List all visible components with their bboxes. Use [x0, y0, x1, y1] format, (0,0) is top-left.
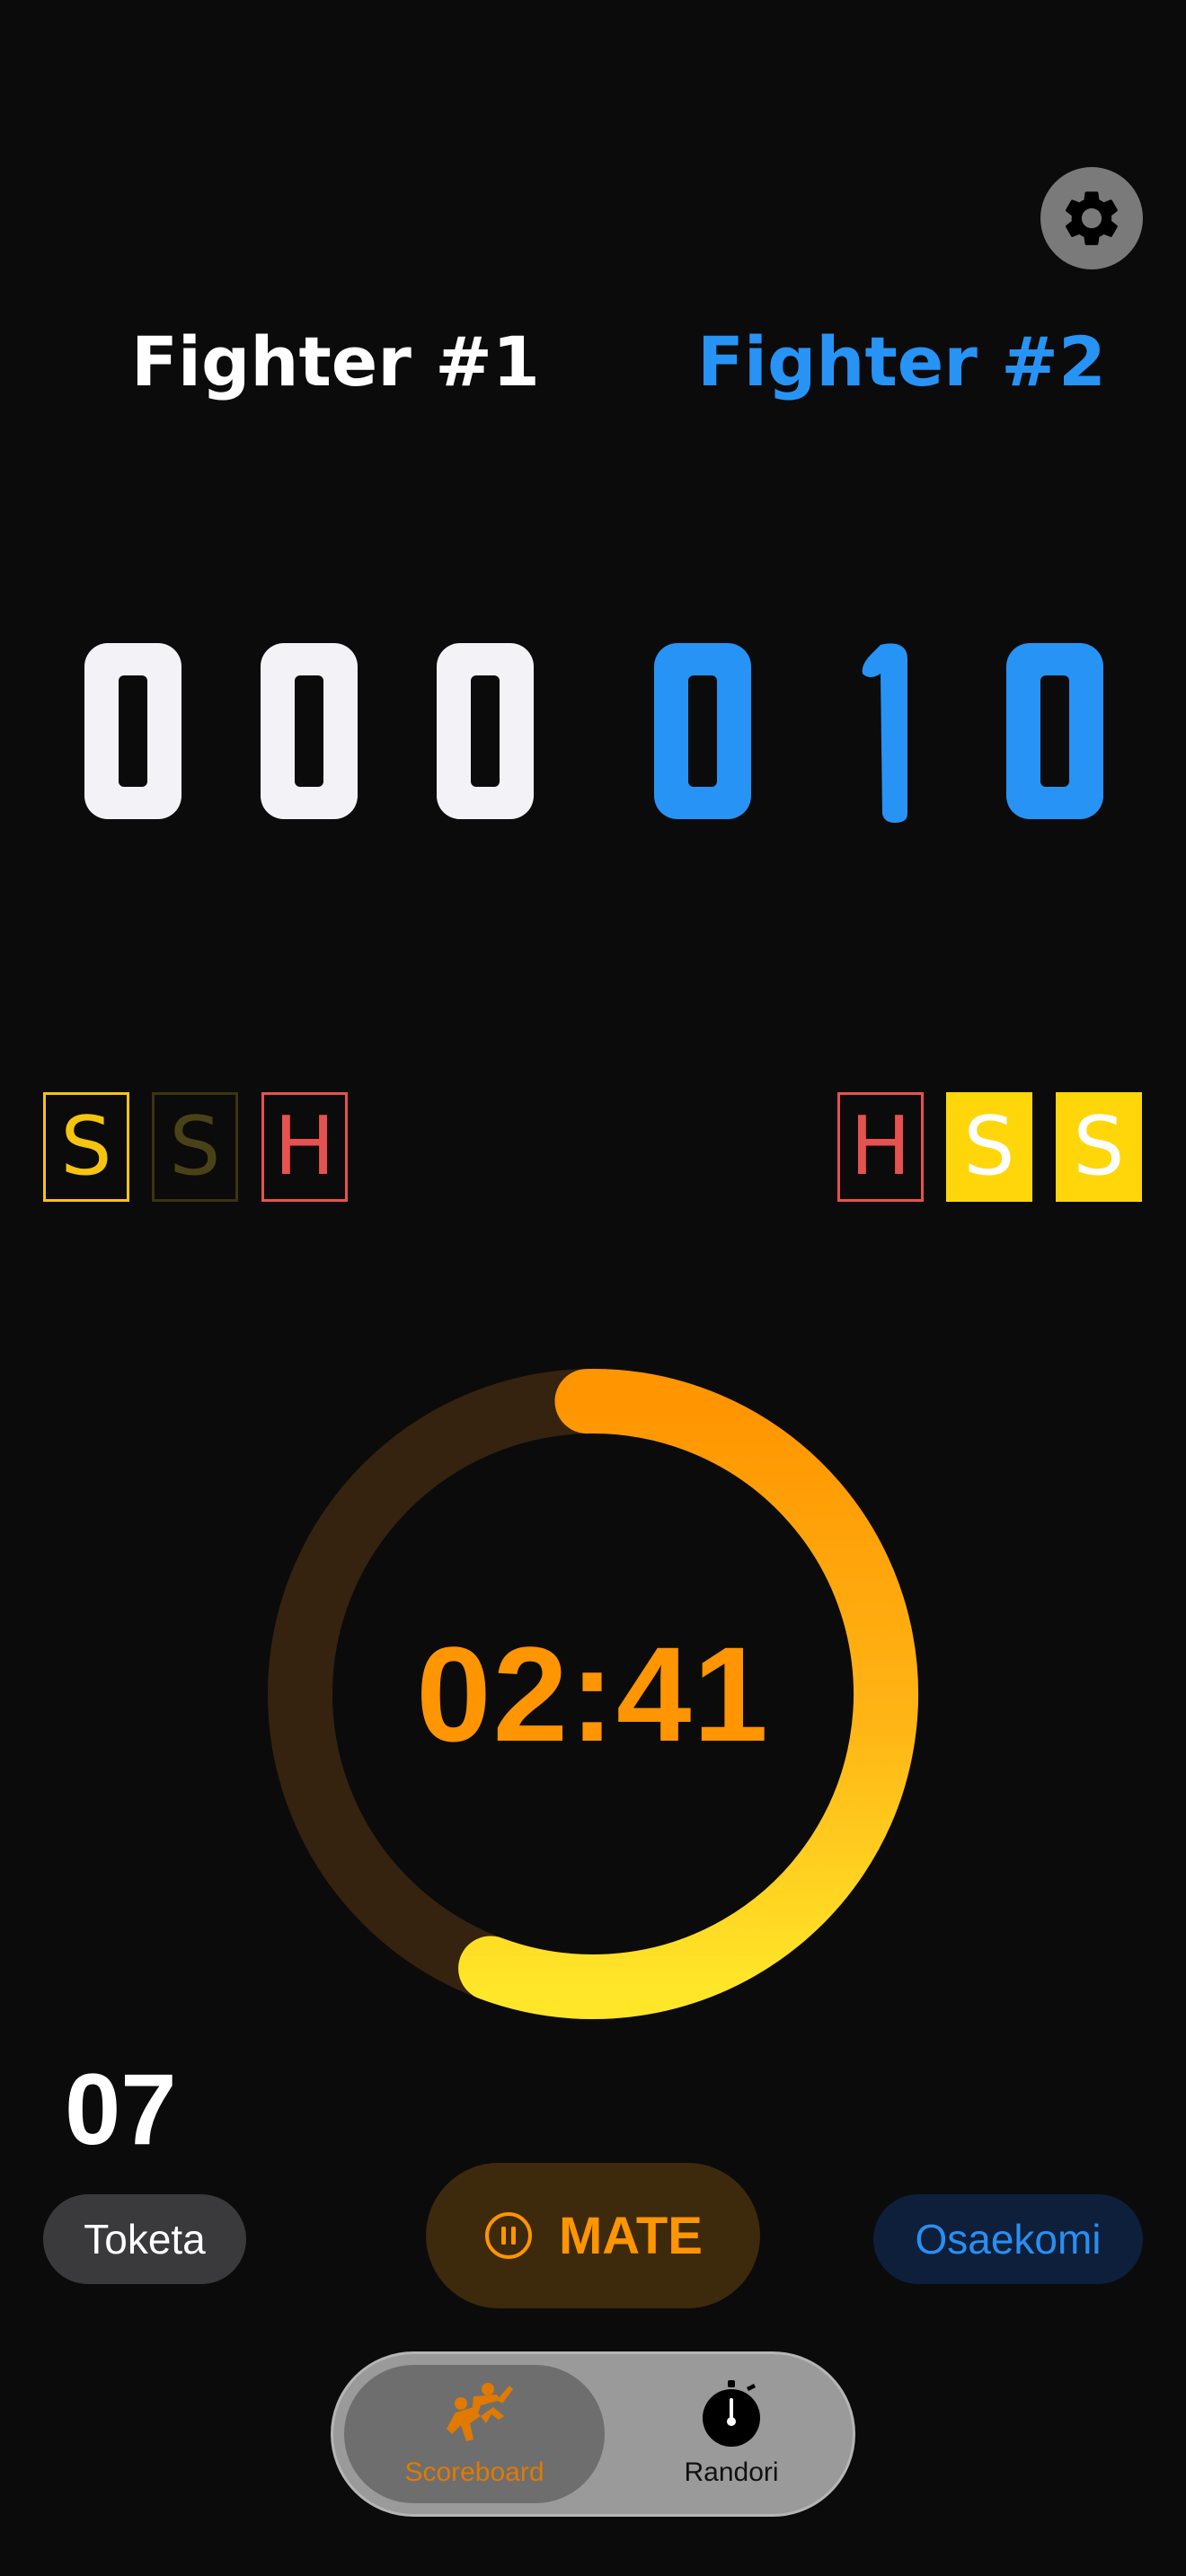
svg-text:1: 1	[825, 638, 826, 639]
mate-button[interactable]: MATE	[426, 2163, 760, 2308]
tab-scoreboard-label: Scoreboard	[404, 2457, 544, 2487]
fighter2-ippon-score[interactable]: 0	[649, 638, 757, 825]
tab-randori-label: Randori	[684, 2457, 779, 2487]
svg-text:0: 0	[79, 638, 80, 639]
tab-scoreboard[interactable]: Scoreboard	[344, 2365, 605, 2503]
svg-text:0: 0	[255, 638, 256, 639]
fighter1-hansoku[interactable]: H	[261, 1092, 348, 1202]
svg-text:0: 0	[1001, 638, 1002, 639]
toketa-button[interactable]: Toketa	[43, 2194, 246, 2284]
osaekomi-label: Osaekomi	[915, 2216, 1102, 2263]
tab-randori[interactable]: Randori	[619, 2365, 844, 2503]
fighter2-yuko-score[interactable]: 0	[1001, 638, 1109, 825]
fighter1-ippon-score[interactable]: 0	[79, 638, 187, 825]
osaekomi-counter: 07	[65, 2053, 177, 2166]
fighter1-shido-2[interactable]: S	[152, 1092, 238, 1202]
judo-throw-icon	[447, 2383, 513, 2441]
osaekomi-button[interactable]: Osaekomi	[873, 2194, 1143, 2284]
svg-text:0: 0	[431, 638, 432, 639]
mate-label: MATE	[558, 2206, 703, 2265]
fighter1-name[interactable]: Fighter #1	[131, 322, 540, 402]
fighter2-shido-1[interactable]: S	[946, 1092, 1032, 1202]
match-timer[interactable]: 02:41	[266, 1367, 920, 2021]
tab-bar: Scoreboard Randori	[331, 2351, 855, 2517]
toketa-label: Toketa	[84, 2216, 206, 2263]
fighter1-wazaari-score[interactable]: 0	[255, 638, 363, 825]
fighter2-name[interactable]: Fighter #2	[697, 322, 1106, 402]
stopwatch-icon	[703, 2380, 760, 2447]
gear-icon	[1065, 191, 1118, 245]
fighter1-yuko-score[interactable]: 0	[431, 638, 539, 825]
fighter2-shido-2[interactable]: S	[1056, 1092, 1142, 1202]
fighter2-wazaari-score[interactable]: 1	[825, 638, 933, 825]
fighter2-hansoku[interactable]: H	[837, 1092, 924, 1202]
svg-text:0: 0	[649, 638, 650, 639]
fighter1-shido-1[interactable]: S	[43, 1092, 129, 1202]
pause-circle-icon	[484, 2212, 532, 2259]
settings-button[interactable]	[1040, 167, 1143, 269]
